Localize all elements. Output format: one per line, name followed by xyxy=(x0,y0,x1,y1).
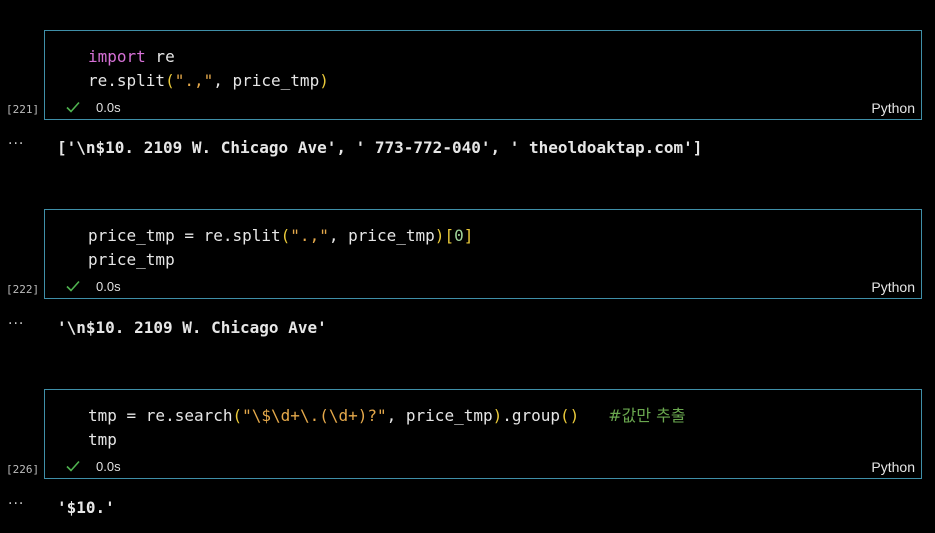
code-token: price_tmp = re.split xyxy=(88,226,281,245)
code-content[interactable]: import re re.split(".,", price_tmp) xyxy=(88,45,329,93)
code-content[interactable]: price_tmp = re.split(".,", price_tmp)[0]… xyxy=(88,224,473,272)
code-token: re.split xyxy=(88,71,166,90)
cell-output: '\n$10. 2109 W. Chicago Ave' xyxy=(57,318,327,337)
success-check-icon xyxy=(66,280,80,292)
code-token: () xyxy=(560,406,580,425)
execution-time: 0.0s xyxy=(96,100,121,115)
code-editor[interactable]: import re re.split(".,", price_tmp) 0.0s… xyxy=(44,30,922,120)
execution-time: 0.0s xyxy=(96,279,121,294)
code-token: ( xyxy=(280,226,291,245)
cell-language-button[interactable]: Python xyxy=(871,279,915,295)
code-token: "\$\d+\.(\d+)?" xyxy=(242,406,387,425)
code-content[interactable]: tmp = re.search("\$\d+\.(\d+)?", price_t… xyxy=(88,404,686,452)
code-token: ] xyxy=(463,226,474,245)
cell-language-button[interactable]: Python xyxy=(871,100,915,116)
code-token: , price_tmp xyxy=(213,71,320,90)
execution-count: [226] xyxy=(6,463,40,476)
code-token: re xyxy=(145,47,175,66)
code-token: ) xyxy=(492,406,503,425)
output-more-icon[interactable]: ··· xyxy=(8,496,24,512)
code-token: ".," xyxy=(290,226,329,245)
code-token: price_tmp xyxy=(88,250,175,269)
code-token: ) xyxy=(434,226,445,245)
success-check-icon xyxy=(66,460,80,472)
output-more-icon[interactable]: ··· xyxy=(8,136,24,152)
code-token: , price_tmp xyxy=(328,226,435,245)
code-token: , price_tmp xyxy=(386,406,493,425)
execution-count: [222] xyxy=(6,283,40,296)
cell-output: '$10.' xyxy=(57,498,115,517)
code-token: 0 xyxy=(454,226,464,245)
code-editor[interactable]: tmp = re.search("\$\d+\.(\d+)?", price_t… xyxy=(44,389,922,479)
output-more-icon[interactable]: ··· xyxy=(8,316,24,332)
cell-language-button[interactable]: Python xyxy=(871,459,915,475)
execution-time: 0.0s xyxy=(96,459,121,474)
code-comment: #값만 추출 xyxy=(608,406,686,425)
code-token: tmp = re.search xyxy=(88,406,233,425)
success-check-icon xyxy=(66,101,80,113)
code-token: tmp xyxy=(88,430,117,449)
code-token: ( xyxy=(232,406,243,425)
code-token: [ xyxy=(444,226,455,245)
code-token: ".," xyxy=(174,71,214,90)
cell-output: ['\n$10. 2109 W. Chicago Ave', ' 773-772… xyxy=(57,138,703,157)
code-token: .group xyxy=(502,406,561,425)
code-token: ( xyxy=(165,71,175,90)
execution-count: [221] xyxy=(6,103,40,116)
code-token: ) xyxy=(319,71,329,90)
code-token: import xyxy=(88,47,146,66)
code-editor[interactable]: price_tmp = re.split(".,", price_tmp)[0]… xyxy=(44,209,922,299)
